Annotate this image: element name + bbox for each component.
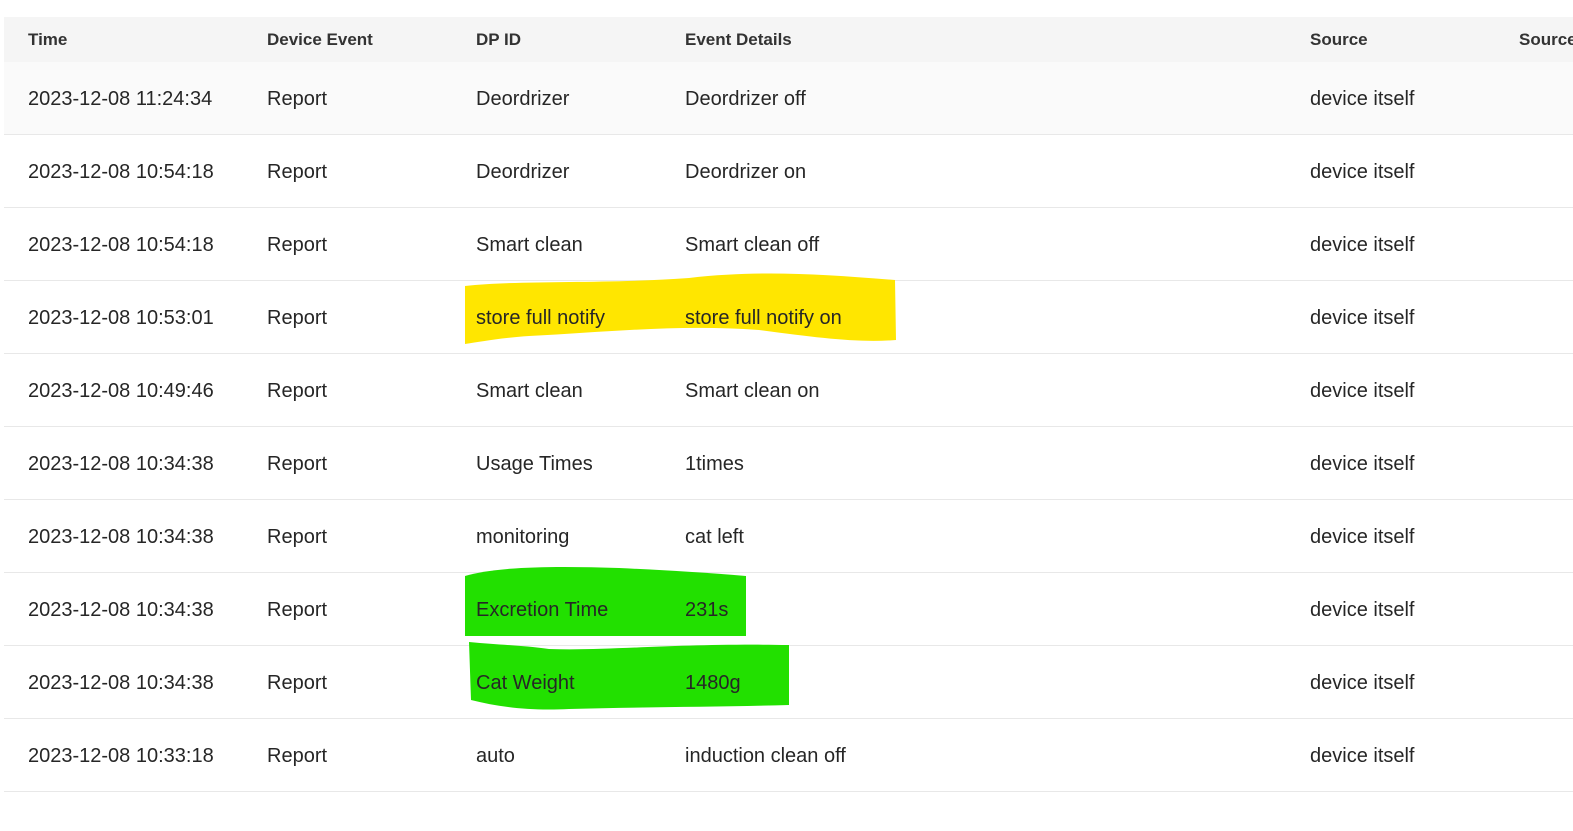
- cell-event-details: store full notify on: [685, 307, 842, 329]
- cell-time: 2023-12-08 10:33:18: [28, 745, 214, 767]
- cell-event-details: 1times: [685, 453, 744, 475]
- cell-source: device itself: [1310, 88, 1415, 110]
- cell-source: device itself: [1310, 745, 1415, 767]
- cell-event-details: induction clean off: [685, 745, 846, 767]
- cell-source: device itself: [1310, 234, 1415, 256]
- cell-time: 2023-12-08 10:34:38: [28, 526, 214, 548]
- cell-device-event: Report: [267, 526, 328, 548]
- table-row[interactable]: 2023-12-08 10:54:18 Report Deordrizer Deord…: [4, 135, 1573, 208]
- cell-source: device itself: [1310, 526, 1415, 548]
- cell-event-details: Deordrizer on: [685, 161, 807, 183]
- cell-device-event: Report: [267, 234, 328, 256]
- cell-source: device itself: [1310, 672, 1415, 694]
- cell-dp-id: Smart clean: [476, 234, 583, 256]
- cell-time: 2023-12-08 11:24:34: [28, 88, 213, 110]
- cell-source: device itself: [1310, 307, 1415, 329]
- cell-dp-id: Excretion Time: [476, 599, 609, 621]
- cell-device-event: Report: [267, 380, 328, 402]
- cell-dp-id: store full notify: [476, 307, 605, 329]
- column-header-event-details[interactable]: Event Details: [685, 17, 792, 62]
- cell-source: device itself: [1310, 453, 1415, 475]
- column-header-dp-id[interactable]: DP ID: [476, 17, 521, 62]
- cell-dp-id: Deordrizer: [476, 161, 570, 183]
- table-body: 2023-12-08 11:24:34 Report Deordrizer Deord…: [4, 62, 1573, 792]
- cell-device-event: Report: [267, 672, 328, 694]
- cell-time: 2023-12-08 10:34:38: [28, 453, 214, 475]
- column-header-source-2[interactable]: Source: [1519, 17, 1573, 62]
- device-log-table: Time Device Event DP ID Event Details So…: [4, 17, 1573, 792]
- cell-event-details: 1480g: [685, 672, 741, 694]
- cell-device-event: Report: [267, 88, 328, 110]
- cell-time: 2023-12-08 10:49:46: [28, 380, 214, 402]
- cell-device-event: Report: [267, 599, 328, 621]
- cell-event-details: cat left: [685, 526, 744, 548]
- cell-dp-id: monitoring: [476, 526, 570, 548]
- table-row[interactable]: 2023-12-08 10:54:18 Report Smart clean Smar…: [4, 208, 1573, 281]
- cell-dp-id: Usage Times: [476, 453, 593, 475]
- cell-source: device itself: [1310, 161, 1415, 183]
- table-row[interactable]: 2023-12-08 10:34:38 Report monitoring cat l…: [4, 500, 1573, 573]
- cell-source: device itself: [1310, 599, 1415, 621]
- cell-device-event: Report: [267, 453, 328, 475]
- cell-event-details: Smart clean off: [685, 234, 820, 256]
- cell-time: 2023-12-08 10:54:18: [28, 234, 214, 256]
- cell-device-event: Report: [267, 745, 328, 767]
- cell-dp-id: Smart clean: [476, 380, 583, 402]
- table-row[interactable]: 2023-12-08 10:34:38 Report Cat Weight 1480g…: [4, 642, 1573, 719]
- table-row[interactable]: 2023-12-08 10:53:01 Report store full noti…: [4, 273, 1573, 354]
- cell-time: 2023-12-08 10:54:18: [28, 161, 214, 183]
- cell-dp-id: Cat Weight: [476, 672, 575, 694]
- cell-time: 2023-12-08 10:53:01: [28, 307, 214, 329]
- cell-time: 2023-12-08 10:34:38: [28, 599, 214, 621]
- table-row[interactable]: 2023-12-08 10:34:38 Report Usage Times 1tim…: [4, 427, 1573, 500]
- cell-dp-id: Deordrizer: [476, 88, 570, 110]
- table-row[interactable]: 2023-12-08 11:24:34 Report Deordrizer Deord…: [4, 62, 1573, 135]
- cell-device-event: Report: [267, 307, 328, 329]
- cell-time: 2023-12-08 10:34:38: [28, 672, 214, 694]
- column-header-time[interactable]: Time: [28, 17, 67, 62]
- cell-event-details: Deordrizer off: [685, 88, 806, 110]
- column-header-device-event[interactable]: Device Event: [267, 17, 373, 62]
- table-row[interactable]: 2023-12-08 10:49:46 Report Smart clean Smar…: [4, 354, 1573, 427]
- cell-event-details: 231s: [685, 599, 729, 621]
- table-row[interactable]: 2023-12-08 10:33:18 Report auto induction c…: [4, 719, 1573, 792]
- cell-dp-id: auto: [476, 745, 515, 767]
- cell-source: device itself: [1310, 380, 1415, 402]
- table-row[interactable]: 2023-12-08 10:34:38 Report Excretion Time 2…: [4, 566, 1573, 646]
- cell-event-details: Smart clean on: [685, 380, 820, 402]
- column-header-source[interactable]: Source: [1310, 17, 1368, 62]
- cell-device-event: Report: [267, 161, 328, 183]
- table-header: Time Device Event DP ID Event Details So…: [4, 17, 1573, 62]
